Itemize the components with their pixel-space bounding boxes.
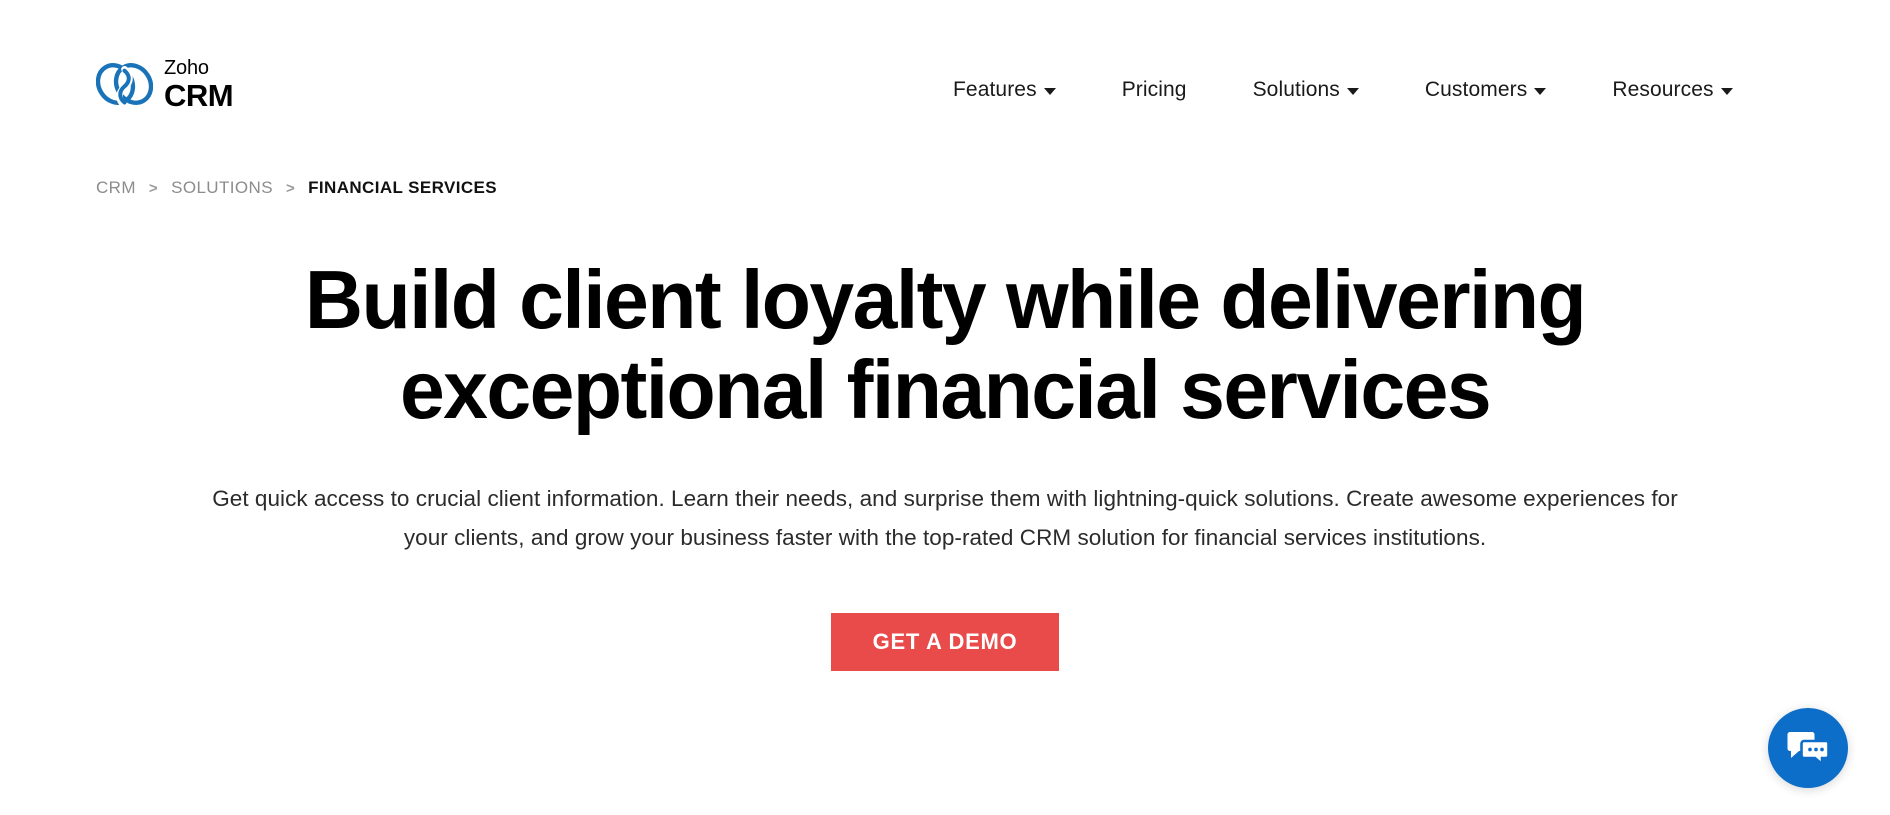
get-a-demo-button[interactable]: GET A DEMO [830,613,1060,672]
nav-item-label: Resources [1612,78,1714,101]
page-root: Zoho CRM Features Pricing Solutions Cust… [0,0,1890,815]
chat-bubbles-icon [1787,732,1830,767]
nav-item-solutions[interactable]: Solutions [1220,72,1392,108]
nav-item-label: Solutions [1252,78,1340,101]
breadcrumb: CRM > SOLUTIONS > FINANCIAL SERVICES [96,178,497,198]
brand-name-zoho: Zoho [164,57,209,79]
nav-item-label: Pricing [1121,78,1187,101]
nav-item-customers[interactable]: Customers [1392,72,1579,108]
hero-subtitle: Get quick access to crucial client infor… [212,485,1678,550]
chevron-down-icon [1720,88,1733,95]
breadcrumb-separator: > [285,179,296,197]
chevron-down-icon [1043,88,1056,95]
nav-item-resources[interactable]: Resources [1579,72,1765,108]
brand-wordmark: Zoho CRM [164,57,234,113]
nav-item-features[interactable]: Features [920,72,1089,108]
nav-item-label: Customers [1424,78,1528,101]
breadcrumb-separator: > [148,179,159,197]
zoho-interlocking-rings-logo-icon [96,63,153,108]
site-header: Zoho CRM Features Pricing Solutions Cust… [0,0,1890,145]
brand-name-crm: CRM [164,78,234,113]
page-title-line-2: exceptional financial services [399,343,1492,437]
chevron-down-icon [1346,88,1359,95]
primary-navigation: Features Pricing Solutions Customers Res… [920,72,1766,108]
breadcrumb-item-crm[interactable]: CRM [96,178,136,198]
chevron-down-icon [1534,88,1547,95]
brand-logo-link[interactable]: Zoho CRM [96,57,234,113]
nav-item-label: Features [953,78,1037,101]
page-title: Build client loyalty while delivering ex… [237,253,1653,437]
breadcrumb-item-solutions[interactable]: SOLUTIONS [171,178,273,198]
hero-cta-container: GET A DEMO [0,613,1890,672]
chat-widget-button[interactable] [1768,708,1848,788]
nav-item-pricing[interactable]: Pricing [1089,72,1220,108]
page-title-line-1: Build client loyalty while delivering [304,253,1587,346]
breadcrumb-item-financial-services: FINANCIAL SERVICES [308,178,497,197]
hero-section: Build client loyalty while delivering ex… [0,253,1890,672]
